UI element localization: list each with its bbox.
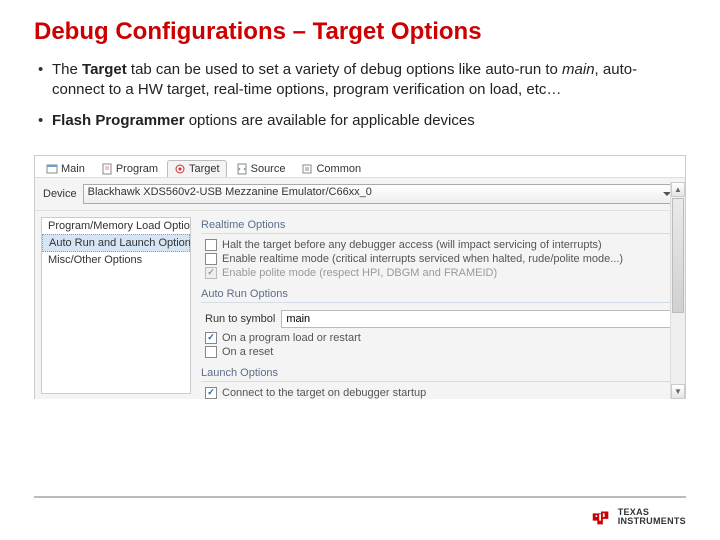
tab-label: Target	[189, 163, 220, 175]
scroll-down-icon[interactable]: ▼	[671, 384, 685, 399]
tab-label: Program	[116, 163, 158, 175]
tab-target[interactable]: Target	[167, 160, 227, 177]
sidebar-item-auto-run[interactable]: Auto Run and Launch Options	[42, 234, 190, 252]
opt-label: Halt the target before any debugger acce…	[222, 239, 602, 251]
run-label: Run to symbol	[205, 313, 275, 325]
ti-chip-icon	[590, 506, 612, 528]
sidebar-item-program-memory[interactable]: Program/Memory Load Options	[42, 218, 190, 234]
source-icon	[236, 163, 248, 175]
device-value: Blackhawk XDS560v2-USB Mezzanine Emulato…	[88, 186, 372, 198]
device-label: Device	[43, 188, 77, 200]
tab-source[interactable]: Source	[229, 160, 293, 177]
text: options are available for applicable dev…	[185, 112, 475, 129]
opt-label: Connect to the target on debugger startu…	[222, 387, 426, 399]
opt-on-program-load[interactable]: On a program load or restart	[201, 331, 675, 345]
opt-label: Enable polite mode (respect HPI, DBGM an…	[222, 267, 497, 279]
tab-common[interactable]: Common	[294, 160, 368, 177]
device-row: Device Blackhawk XDS560v2-USB Mezzanine …	[35, 178, 685, 211]
options-panel: Realtime Options Halt the target before …	[191, 211, 685, 399]
bullet-list: The Target tab can be used to set a vari…	[34, 60, 686, 131]
group-title-launch: Launch Options	[201, 365, 675, 382]
tab-bar: Main Program Target Source Common	[35, 156, 685, 178]
sidebar-item-misc[interactable]: Misc/Other Options	[42, 252, 190, 268]
text: The	[52, 61, 82, 78]
target-icon	[174, 163, 186, 175]
opt-halt-target[interactable]: Halt the target before any debugger acce…	[201, 238, 675, 252]
group-title-realtime: Realtime Options	[201, 217, 675, 234]
run-to-symbol-input[interactable]	[281, 310, 675, 328]
tab-label: Main	[61, 163, 85, 175]
group-title-autorun: Auto Run Options	[201, 286, 675, 303]
checkbox-icon[interactable]	[205, 346, 217, 358]
text-em: main	[562, 61, 595, 78]
scroll-thumb[interactable]	[672, 198, 684, 313]
checkbox-icon	[205, 267, 217, 279]
scroll-up-icon[interactable]: ▲	[671, 182, 685, 197]
ti-logo: TEXAS INSTRUMENTS	[590, 506, 686, 528]
common-icon	[301, 163, 313, 175]
opt-label: On a program load or restart	[222, 332, 361, 344]
text: tab can be used to set a variety of debu…	[127, 61, 562, 78]
ti-text: TEXAS INSTRUMENTS	[618, 508, 686, 527]
opt-on-reset[interactable]: On a reset	[201, 345, 675, 359]
text-bold: Flash Programmer	[52, 112, 185, 129]
checkbox-icon[interactable]	[205, 332, 217, 344]
tab-label: Common	[316, 163, 361, 175]
tab-program[interactable]: Program	[94, 160, 165, 177]
opt-label: Enable realtime mode (critical interrupt…	[222, 253, 623, 265]
main-icon	[46, 163, 58, 175]
tab-label: Source	[251, 163, 286, 175]
program-icon	[101, 163, 113, 175]
opt-label: On a reset	[222, 346, 273, 358]
checkbox-icon[interactable]	[205, 239, 217, 251]
bullet-1: The Target tab can be used to set a vari…	[38, 60, 686, 101]
slide-footer: TEXAS INSTRUMENTS	[34, 496, 686, 536]
text-bold: Target	[82, 61, 127, 78]
checkbox-icon[interactable]	[205, 253, 217, 265]
vertical-scrollbar[interactable]: ▲ ▼	[670, 182, 685, 399]
options-sidebar: Program/Memory Load Options Auto Run and…	[41, 217, 191, 394]
page-title: Debug Configurations – Target Options	[34, 18, 686, 46]
device-dropdown[interactable]: Blackhawk XDS560v2-USB Mezzanine Emulato…	[83, 184, 677, 204]
bullet-2: Flash Programmer options are available f…	[38, 111, 686, 131]
run-to-symbol-row: Run to symbol	[201, 307, 675, 331]
checkbox-icon[interactable]	[205, 387, 217, 399]
opt-enable-realtime[interactable]: Enable realtime mode (critical interrupt…	[201, 252, 675, 266]
tab-main[interactable]: Main	[39, 160, 92, 177]
debug-config-panel: Main Program Target Source Common Device…	[34, 155, 686, 399]
opt-connect-on-startup[interactable]: Connect to the target on debugger startu…	[201, 386, 675, 399]
logo-line2: INSTRUMENTS	[618, 517, 686, 526]
opt-enable-polite: Enable polite mode (respect HPI, DBGM an…	[201, 266, 675, 280]
